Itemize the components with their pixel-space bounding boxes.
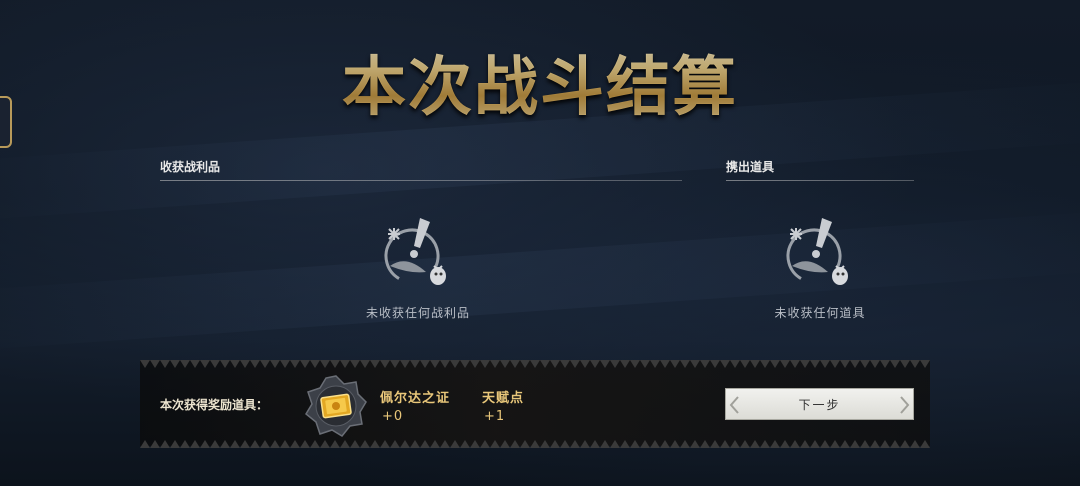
empty-bird-alert-icon	[384, 218, 446, 285]
chevron-right-icon	[900, 396, 910, 414]
page-title: 本次战斗结算	[0, 36, 1080, 128]
reward-item-amount: +1	[484, 409, 506, 424]
reward-item-amount: +0	[382, 409, 404, 424]
reward-item-name: 佩尔达之证	[380, 391, 451, 406]
reward-label: 本次获得奖励道具：	[160, 398, 269, 412]
chevron-left-icon	[729, 396, 739, 414]
next-step-label: 下一步	[798, 397, 841, 412]
loot-empty-text: 未收获任何战利品	[365, 306, 470, 320]
loot-section-heading: 收获战利品	[160, 160, 221, 174]
next-step-button[interactable]: 下一步	[725, 388, 914, 420]
gold-card-badge-icon[interactable]	[304, 374, 368, 438]
items-section-divider	[726, 180, 914, 181]
loot-section-divider	[160, 180, 682, 181]
items-empty-text: 未收获任何道具	[774, 306, 866, 320]
items-section-heading: 携出道具	[726, 160, 775, 174]
reward-band-bottom-edge	[140, 440, 930, 448]
empty-bird-alert-icon	[786, 218, 848, 285]
reward-band-top-edge	[140, 360, 930, 368]
background-streak	[0, 208, 1080, 352]
reward-item-name: 天赋点	[482, 391, 525, 406]
battle-settlement-screen: 本次战斗结算 收获战利品 未收获任何战利品 携出道具 未收获任何道具 本次获得奖…	[0, 0, 1080, 486]
